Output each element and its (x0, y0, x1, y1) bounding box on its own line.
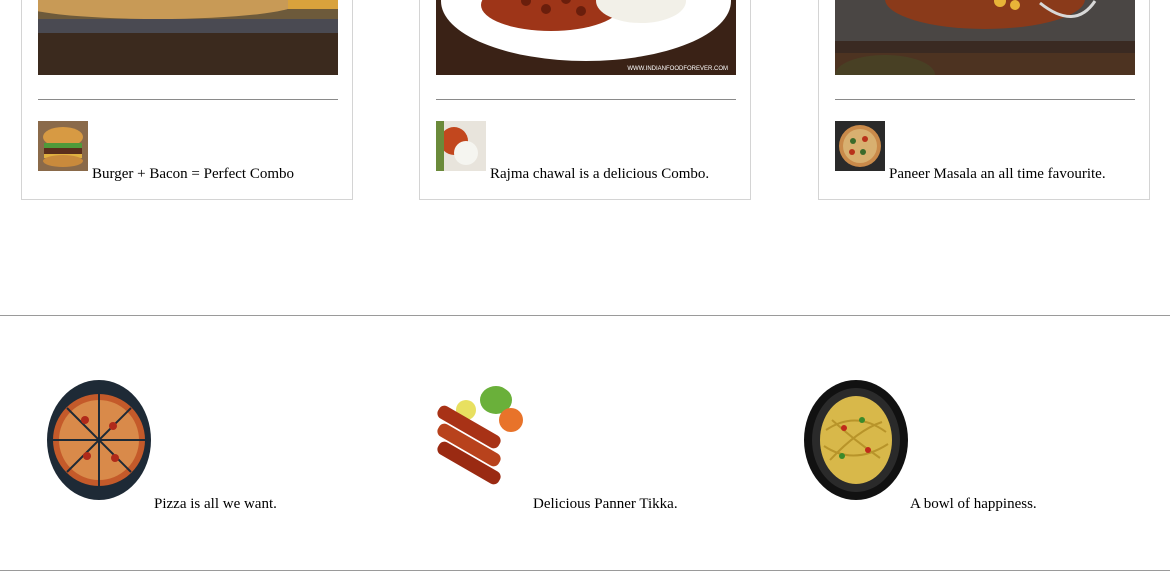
burger-thumbnail (38, 121, 88, 171)
paneer-main-image (835, 0, 1135, 75)
food-card-burger: Burger + Bacon = Perfect Combo (21, 0, 353, 200)
food-card-paneer: Paneer Masala an all time favourite. (818, 0, 1150, 200)
pizza-thumbnail (835, 121, 885, 171)
card-caption: Rajma chawal is a delicious Combo. (490, 166, 710, 182)
section-divider (0, 570, 1170, 571)
burger-main-image (38, 0, 338, 75)
tikka-round-image (426, 380, 530, 500)
round-item-pizza: Pizza is all we want. (47, 380, 347, 512)
card-caption: Burger + Bacon = Perfect Combo (92, 166, 295, 182)
section-divider (0, 315, 1170, 316)
food-card-rajma: WWW.INDIANFOODFOREVER.COM Rajma chawal i… (419, 0, 751, 200)
card-caption: Paneer Masala an all time favourite. (889, 166, 1106, 182)
card-divider (436, 99, 736, 100)
card-divider (38, 99, 338, 100)
rajma-main-image: WWW.INDIANFOODFOREVER.COM (436, 0, 736, 75)
round-caption: Pizza is all we want. (154, 496, 277, 512)
round-item-noodles: A bowl of happiness. (804, 380, 1104, 512)
round-item-tikka: Delicious Panner Tikka. (426, 380, 726, 512)
pizza-round-image (47, 380, 151, 500)
round-caption: Delicious Panner Tikka. (533, 496, 678, 512)
round-caption: A bowl of happiness. (910, 496, 1037, 512)
card-divider (835, 99, 1135, 100)
noodles-round-image (804, 380, 908, 500)
rajma-thumbnail (436, 121, 486, 171)
watermark-text: WWW.INDIANFOODFOREVER.COM (627, 66, 728, 72)
